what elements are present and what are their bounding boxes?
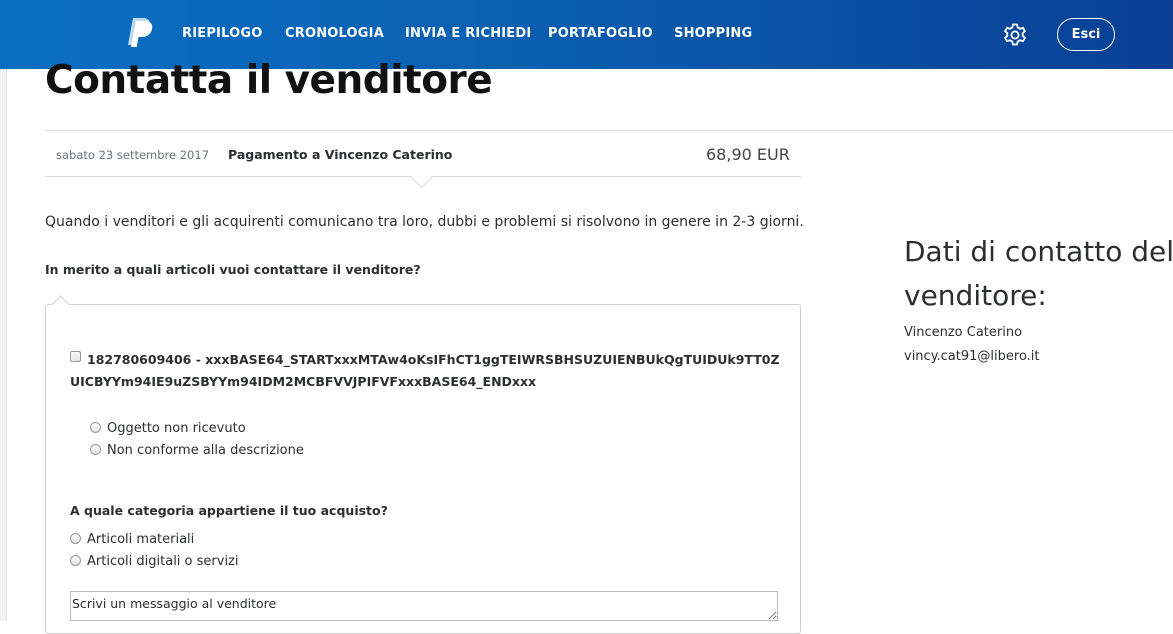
seller-contact-heading: Dati di contatto del venditore: [904,235,1173,312]
category-radio-digital[interactable] [70,555,81,566]
item-checkbox[interactable] [70,351,81,362]
category-radio-physical[interactable] [70,533,81,544]
logout-button[interactable]: Esci [1057,18,1115,51]
reason-radio-not-received[interactable] [90,422,101,433]
nav-item-cronologia[interactable]: CRONOLOGIA [285,26,384,41]
item-title: 182780609406 - xxxBASE64_STARTxxxMTAw4oK… [70,352,780,389]
pointer-notch [410,166,433,189]
nav-item-portafoglio[interactable]: PORTAFOGLIO [548,26,653,41]
items-question-label: In merito a quali articoli vuoi contatta… [45,262,421,277]
intro-text: Quando i venditori e gli acquirenti comu… [45,214,804,230]
category-question-label: A quale categoria appartiene il tuo acqu… [70,503,388,518]
nav-item-invia-e-richiedi[interactable]: INVIA E RICHIEDI [405,26,531,41]
category-label-digital[interactable]: Articoli digitali o servizi [87,554,239,569]
seller-name: Vincenzo Caterino [904,325,1023,340]
transaction-description: Pagamento a Vincenzo Caterino [228,147,453,162]
reason-label-not-received[interactable]: Oggetto non ricevuto [107,421,246,436]
reason-radio-not-as-described[interactable] [90,444,101,455]
page-title: Contatta il venditore [45,58,493,103]
gear-icon[interactable] [1002,22,1028,48]
category-label-physical[interactable]: Articoli materiali [87,532,194,547]
paypal-logo-icon[interactable] [124,16,154,48]
reason-label-not-as-described[interactable]: Non conforme alla descrizione [107,443,304,458]
nav-item-shopping[interactable]: SHOPPING [674,26,752,41]
message-input[interactable] [70,591,778,621]
seller-email[interactable]: vincy.cat91@libero.it [904,349,1040,364]
divider [45,130,1173,131]
nav-item-riepilogo[interactable]: RIEPILOGO [182,26,263,41]
left-edge-divider [0,69,7,621]
transaction-amount: 68,90 EUR [706,145,790,164]
transaction-date: sabato 23 settembre 2017 [56,148,210,162]
